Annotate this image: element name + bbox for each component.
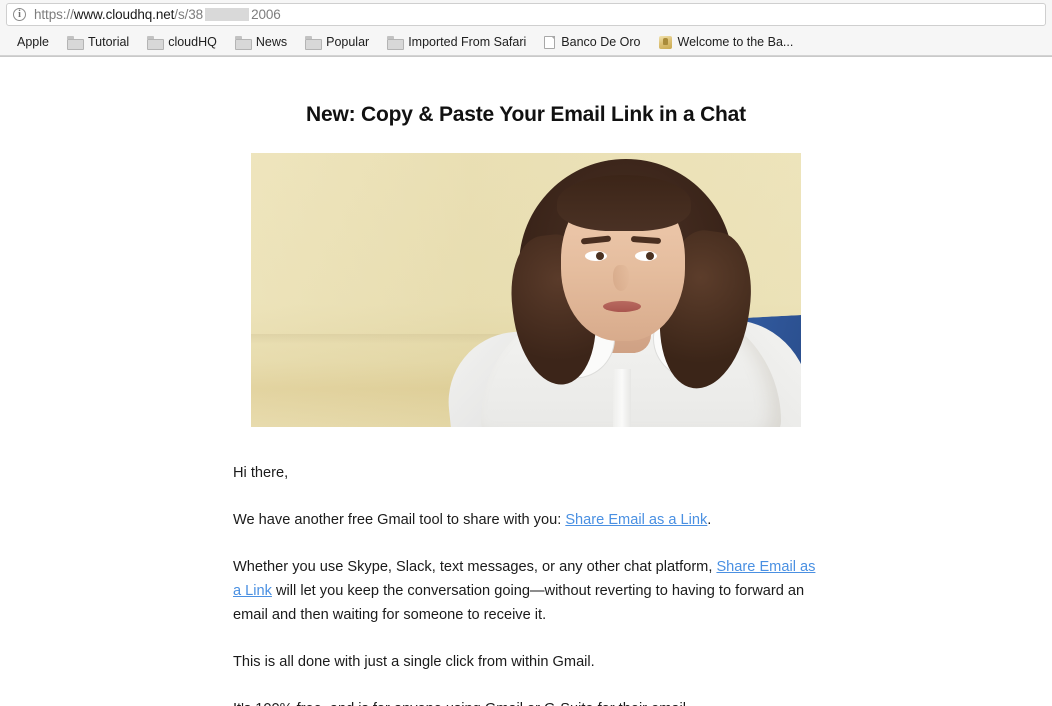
platforms-text-before-link: Whether you use Skype, Slack, text messa… [233, 559, 717, 575]
folder-icon [234, 36, 252, 50]
bookmark-apple[interactable]: Apple [8, 29, 58, 56]
bookmark-label: News [255, 35, 288, 49]
site-favicon-icon [658, 35, 672, 49]
folder-icon [147, 36, 165, 50]
page-title: New: Copy & Paste Your Email Link in a C… [306, 103, 746, 126]
paragraph-platforms: Whether you use Skype, Slack, text messa… [233, 555, 825, 627]
url-text: https://www.cloudhq.net/s/38 2006 [34, 7, 281, 22]
intro-text-before-link: We have another free Gmail tool to share… [233, 512, 566, 528]
bookmark-popular[interactable]: Popular [296, 29, 378, 56]
shirt-placket [613, 369, 631, 427]
bookmark-welcome-to-the-ba[interactable]: Welcome to the Ba... [650, 29, 803, 56]
bookmark-tutorial[interactable]: Tutorial [58, 29, 138, 56]
folder-icon [305, 36, 323, 50]
bookmark-cloudhq[interactable]: cloudHQ [138, 29, 226, 56]
folder-icon [387, 36, 405, 50]
page-icon [544, 35, 556, 49]
email-body: Hi there, We have another free Gmail too… [227, 427, 825, 706]
folder-icon [66, 36, 84, 50]
bookmark-banco-de-oro[interactable]: Banco De Oro [535, 29, 649, 56]
bookmark-label: Welcome to the Ba... [677, 35, 794, 49]
mouth [603, 301, 641, 312]
hero-image-wrap [0, 153, 1052, 427]
info-circle-icon[interactable]: i [13, 8, 26, 21]
person-illustration [251, 153, 801, 427]
bookmark-label: Tutorial [87, 35, 130, 49]
bookmark-label: cloudHQ [168, 35, 217, 49]
url-path: /s/38 [174, 7, 204, 22]
eye-left [585, 251, 607, 261]
email-page: New: Copy & Paste Your Email Link in a C… [0, 57, 1052, 706]
hero-image [251, 153, 801, 427]
url-redaction-block [205, 8, 250, 21]
browser-chrome: i https://www.cloudhq.net/s/38 2006 Apple… [0, 0, 1052, 57]
paragraph-free: It's 100% free, and is for anyone using … [233, 697, 825, 706]
url-scheme: https:// [34, 7, 74, 22]
bookmark-label: Banco De Oro [561, 35, 641, 49]
eye-right [635, 251, 657, 261]
intro-text-after-link: . [707, 512, 712, 528]
paragraph-intro: We have another free Gmail tool to share… [233, 508, 825, 532]
paragraph-greeting: Hi there, [233, 465, 289, 481]
bookmark-label: Popular [326, 35, 370, 49]
bookmark-label: Imported From Safari [408, 35, 527, 49]
url-host: www.cloudhq.net [73, 7, 175, 22]
url-tail: 2006 [251, 7, 281, 22]
share-email-as-a-link-link[interactable]: Share Email as a Link [565, 512, 707, 528]
bookmark-imported-from-safari[interactable]: Imported From Safari [378, 29, 535, 56]
bookmarks-bar: Apple Tutorial cloudHQ News Popular Impo… [0, 29, 1052, 56]
address-bar[interactable]: i https://www.cloudhq.net/s/38 2006 [6, 3, 1046, 26]
paragraph-single-click: This is all done with just a single clic… [233, 654, 595, 670]
hair-fringe [557, 175, 691, 231]
url-bar-row: i https://www.cloudhq.net/s/38 2006 [0, 0, 1052, 29]
platforms-text-after-link: will let you keep the conversation going… [233, 583, 805, 623]
bookmark-news[interactable]: News [226, 29, 296, 56]
nose [613, 265, 629, 291]
bookmark-label: Apple [17, 35, 49, 49]
